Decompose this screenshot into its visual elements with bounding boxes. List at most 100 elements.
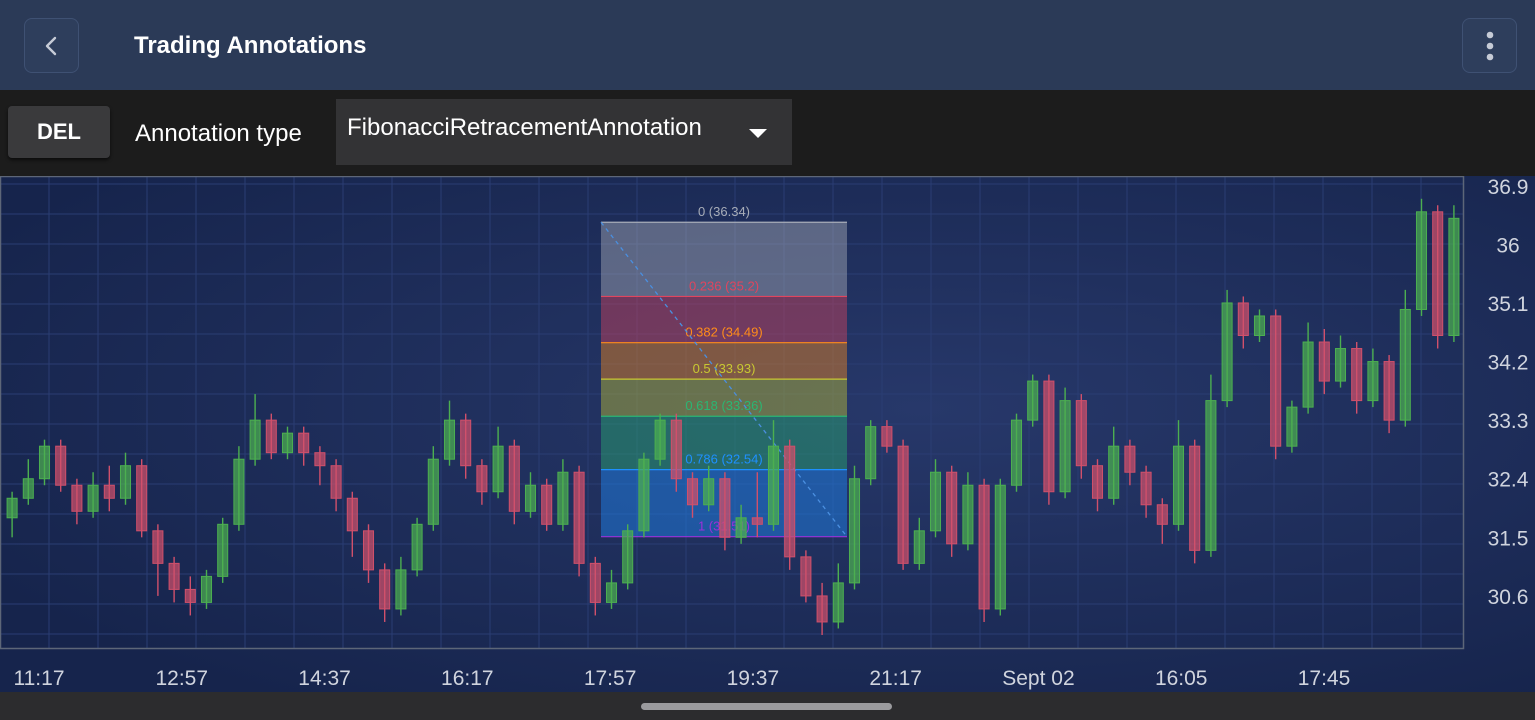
candle-body [443, 419, 456, 460]
candle-body [1448, 217, 1460, 337]
candle-body [1302, 341, 1314, 408]
back-button[interactable] [24, 18, 79, 73]
candle-body [395, 569, 407, 610]
candle-body [1415, 211, 1428, 310]
candle-body [233, 458, 245, 525]
fib-level-label: 0 (36.34) [698, 204, 750, 219]
x-tick-label: 12:57 [155, 667, 208, 690]
candle-body [994, 484, 1006, 610]
candle-body [136, 465, 148, 532]
candle-body [38, 445, 51, 480]
candle-body [314, 452, 326, 467]
x-tick-label: 21:17 [869, 667, 922, 690]
candle-body [557, 471, 569, 525]
candle-body [1189, 445, 1201, 551]
x-tick-label: 16:05 [1155, 667, 1208, 690]
x-tick-label: 14:37 [298, 667, 351, 690]
candle-body [638, 458, 650, 532]
candle-body [1091, 465, 1104, 499]
candle-body [476, 465, 488, 493]
x-tick-label: 17:57 [584, 667, 637, 690]
candle-body [184, 588, 196, 603]
chevron-left-icon [45, 36, 56, 55]
candle-body [281, 432, 294, 454]
x-tick-label: 16:17 [441, 667, 494, 690]
candle-body [605, 582, 618, 603]
candle-body [1108, 445, 1120, 499]
candle-body [103, 484, 115, 499]
y-tick-label: 34.2 [1488, 352, 1529, 375]
candle-body [119, 465, 132, 499]
candle-body [962, 484, 974, 545]
candle-body [1124, 445, 1136, 473]
fib-level-label: 0.382 (34.49) [685, 325, 762, 340]
page-title: Trading Annotations [134, 32, 367, 59]
candle-body [1253, 315, 1266, 337]
candle-body [946, 471, 958, 545]
candle-body [1043, 380, 1055, 493]
x-tick-label: 11:17 [14, 667, 65, 690]
annotation-type-value: FibonacciRetracementAnnotation [347, 114, 702, 141]
chart-area[interactable]: 0 (36.34) 0.236 (35.2) 0.382 (34.49) 0.5 (3… [0, 175, 1535, 692]
candle-body [541, 484, 553, 525]
candle-body [1334, 348, 1347, 382]
candle-body [249, 419, 261, 460]
y-tick-label: 36 [1496, 234, 1519, 257]
delete-button[interactable]: DEL [8, 106, 110, 158]
candle-body [55, 445, 67, 486]
y-tick-label: 33.3 [1488, 410, 1529, 433]
candle-body [719, 478, 731, 538]
candle-body [1221, 302, 1233, 402]
candle-body [1075, 400, 1087, 467]
candle-body [6, 497, 18, 519]
x-tick-label: Sept 02 [1002, 667, 1074, 690]
x-tick-label: 17:45 [1298, 667, 1351, 690]
y-tick-label: 30.6 [1488, 586, 1529, 609]
candle-body [703, 478, 715, 506]
candle-body [508, 445, 520, 512]
candle-body [897, 445, 909, 564]
candlestick-chart[interactable]: 0 (36.34) 0.236 (35.2) 0.382 (34.49) 0.5 (3… [0, 175, 1535, 692]
y-tick-label: 35.1 [1488, 293, 1529, 316]
system-nav-bar [0, 692, 1535, 720]
candle-body [1399, 308, 1411, 421]
candle-body [622, 530, 634, 584]
fib-level-label: 0.786 (32.54) [685, 452, 762, 467]
candle-body [200, 575, 213, 603]
x-tick-label: 19:37 [727, 667, 780, 690]
candle-body [87, 484, 99, 512]
candle-body [1156, 504, 1168, 525]
candle-body [1383, 361, 1395, 421]
candle-body [1205, 400, 1217, 551]
candle-body [670, 419, 682, 480]
candle-body [427, 458, 439, 525]
candle-body [411, 523, 423, 571]
candle-body [784, 445, 796, 558]
candle-body [929, 471, 942, 532]
candle-body [1237, 302, 1249, 337]
candle-body [1318, 341, 1330, 382]
candle-body [1432, 211, 1444, 337]
fib-level-label: 0.5 (33.93) [693, 361, 756, 376]
candle-body [379, 569, 391, 610]
home-indicator[interactable] [641, 703, 892, 710]
candle-body [735, 517, 747, 538]
app-bar: Trading Annotations [0, 0, 1535, 90]
candle-body [573, 471, 585, 564]
candle-body [168, 562, 180, 590]
candle-body [265, 419, 277, 454]
candle-body [1010, 419, 1023, 486]
annotation-type-label: Annotation type [135, 120, 302, 147]
caret-down-icon [749, 129, 767, 138]
candle-body [832, 582, 844, 623]
more-menu-button[interactable] [1462, 18, 1517, 73]
candle-body [848, 478, 861, 584]
candle-body [298, 432, 310, 454]
candle-body [767, 445, 780, 525]
candle-body [330, 465, 342, 499]
annotation-type-select[interactable]: FibonacciRetracementAnnotation [336, 99, 792, 165]
y-tick-label: 36.9 [1488, 176, 1529, 199]
fib-level-label: 0.618 (33.36) [685, 398, 762, 413]
annotation-toolbar: DEL Annotation type FibonacciRetracement… [0, 90, 1535, 176]
candle-body [816, 595, 828, 623]
